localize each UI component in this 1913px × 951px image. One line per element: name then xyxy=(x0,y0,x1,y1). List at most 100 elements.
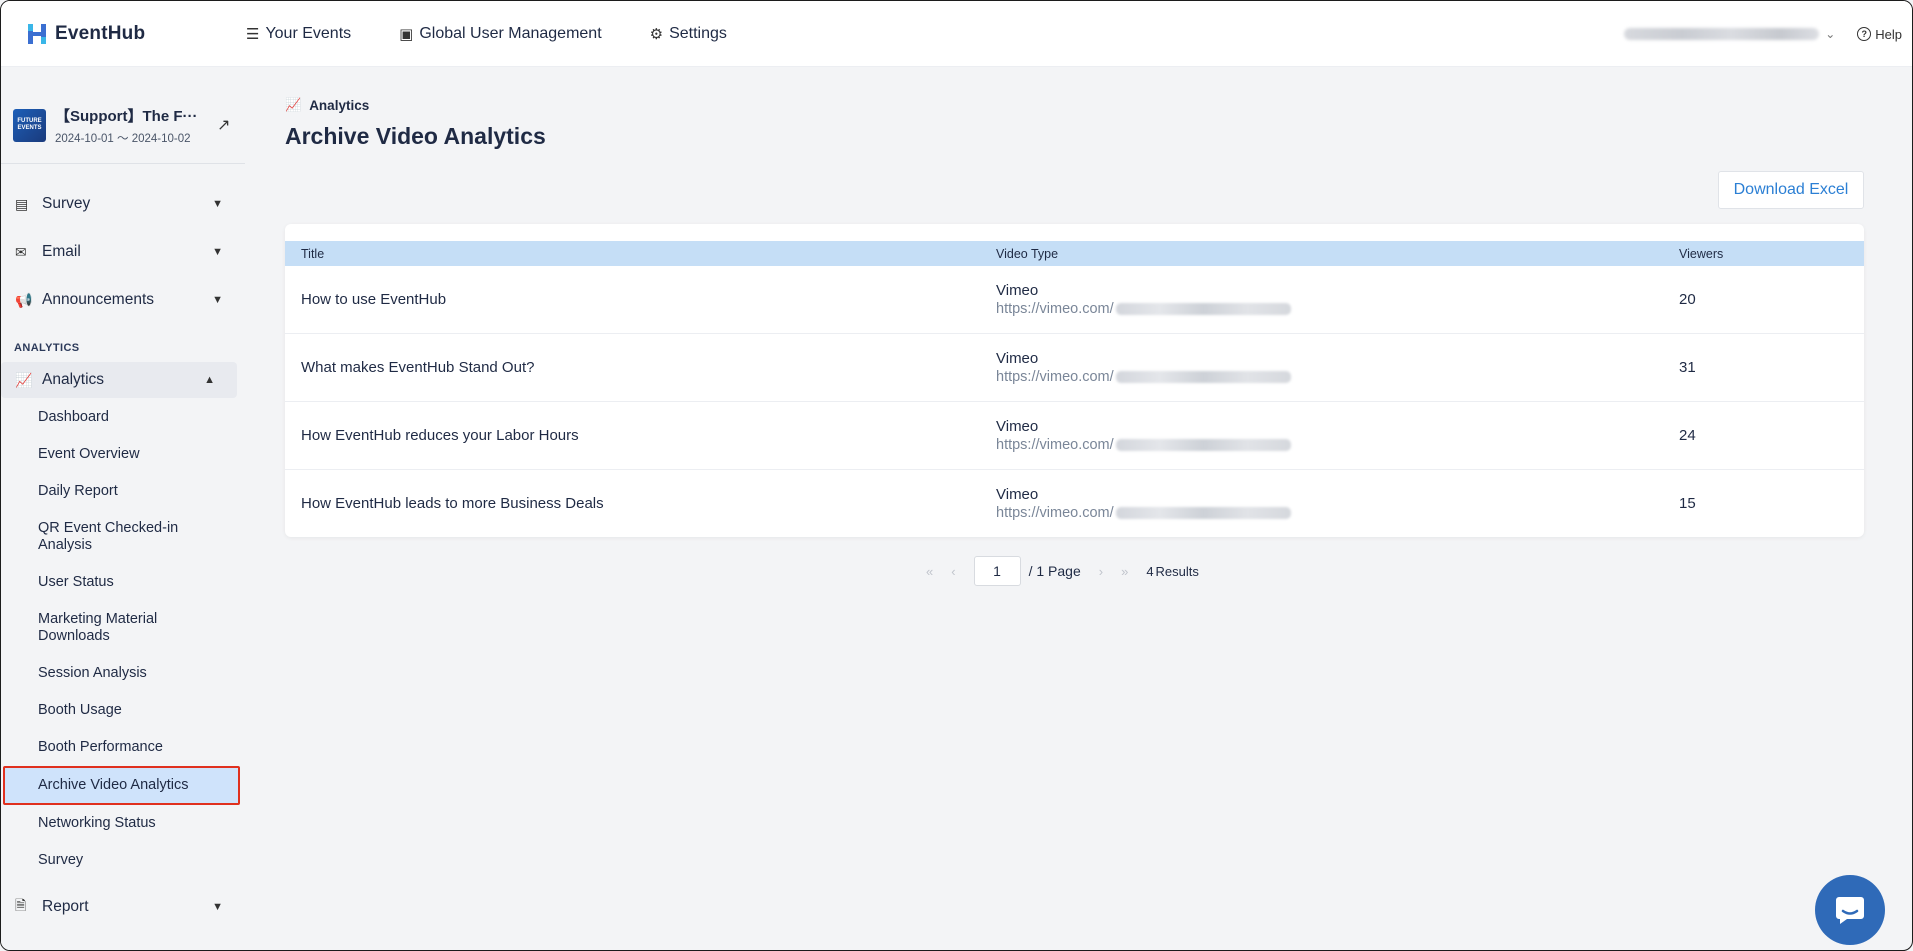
video-url[interactable]: https://vimeo.com/ xyxy=(996,437,1291,453)
sidebar-item-label: Report xyxy=(42,898,89,915)
external-link-icon[interactable]: ↗ xyxy=(217,115,230,135)
viewer-count: 15 xyxy=(1679,495,1696,512)
sidebar-item-label: Analytics xyxy=(42,371,105,388)
sidebar-item-booth-performance[interactable]: Booth Performance xyxy=(1,729,245,766)
chevron-down-icon: ▼ xyxy=(212,901,223,913)
current-event-card: FUTURE EVENTS 【Support】The F··· 2024-10-… xyxy=(1,67,245,155)
sidebar-item-event-overview[interactable]: Event Overview xyxy=(1,436,245,473)
viewer-count: 20 xyxy=(1679,291,1696,308)
nav-global-user-management[interactable]: ▣ Global User Management xyxy=(399,25,602,43)
sidebar-item-survey-group[interactable]: ▤ Survey ▼ xyxy=(1,180,245,228)
table-row: What makes EventHub Stand Out? Vimeo htt… xyxy=(285,334,1864,402)
redacted-url-path xyxy=(1115,439,1291,451)
app-window: EventHub ☰ Your Events ▣ Global User Man… xyxy=(0,0,1913,951)
nav-your-events-label: Your Events xyxy=(265,24,352,42)
page-number-input[interactable]: 1 xyxy=(973,556,1021,586)
sidebar-item-user-status[interactable]: User Status xyxy=(1,564,245,601)
line-chart-icon: 📈 xyxy=(285,97,302,112)
video-analytics-table: Title Video Type Viewers How to use Even… xyxy=(285,224,1864,537)
chevron-down-icon: ▼ xyxy=(212,198,223,210)
sidebar-item-label: Announcements xyxy=(42,291,155,308)
page-title: Archive Video Analytics xyxy=(285,123,546,149)
chat-support-button[interactable] xyxy=(1815,875,1885,945)
breadcrumb-label: Analytics xyxy=(309,97,370,113)
table-row: How EventHub leads to more Business Deal… xyxy=(285,470,1864,537)
table-row: How EventHub reduces your Labor Hours Vi… xyxy=(285,402,1864,470)
section-label-analytics: ANALYTICS xyxy=(14,342,80,354)
column-header-title: Title xyxy=(301,246,325,261)
viewer-count: 31 xyxy=(1679,359,1696,376)
sidebar-item-email[interactable]: ✉ Email ▼ xyxy=(1,228,245,276)
table-header: Title Video Type Viewers xyxy=(285,241,1864,266)
results-count: 4 xyxy=(1146,563,1154,579)
question-circle-icon: ? xyxy=(1857,27,1872,41)
sidebar-item-daily-report[interactable]: Daily Report xyxy=(1,473,245,510)
topbar-right: ⌄ ? Help xyxy=(1624,1,1902,67)
sidebar-item-archive-video-analytics[interactable]: Archive Video Analytics xyxy=(3,766,240,805)
chevron-down-icon: ▼ xyxy=(212,246,223,258)
video-url-text: https://vimeo.com/ xyxy=(996,301,1114,317)
page-total: / 1 Page xyxy=(1028,563,1081,579)
video-url-text: https://vimeo.com/ xyxy=(996,437,1114,453)
video-url[interactable]: https://vimeo.com/ xyxy=(996,369,1291,385)
app-name: EventHub xyxy=(55,22,146,44)
sidebar-item-analytics-survey[interactable]: Survey xyxy=(1,842,245,879)
sidebar-item-marketing-downloads[interactable]: Marketing Material Downloads xyxy=(1,601,196,655)
redacted-url-path xyxy=(1115,507,1291,519)
breadcrumb: 📈 Analytics xyxy=(285,97,1912,113)
sidebar-item-report[interactable]: 🗎 Report ▼ xyxy=(1,883,245,931)
event-thumbnail: FUTURE EVENTS xyxy=(13,108,46,142)
video-type: Vimeo xyxy=(996,282,1039,299)
sidebar-item-announcements[interactable]: 📢 Announcements ▼ xyxy=(1,276,245,324)
analytics-submenu: Dashboard Event Overview Daily Report QR… xyxy=(1,398,245,879)
sidebar-item-label: Survey xyxy=(42,195,91,212)
sidebar-item-dashboard[interactable]: Dashboard xyxy=(1,398,245,436)
results-label: Results xyxy=(1155,563,1199,579)
line-chart-icon: 📈 xyxy=(15,371,33,388)
user-account-menu[interactable] xyxy=(1624,28,1820,40)
redacted-url-path xyxy=(1115,371,1291,383)
megaphone-icon: 📢 xyxy=(15,291,33,308)
help-label: Help xyxy=(1875,26,1902,42)
next-page-icon[interactable]: › xyxy=(1099,564,1103,579)
sidebar-item-analytics[interactable]: 📈 Analytics ▲ xyxy=(1,362,237,398)
top-nav: ☰ Your Events ▣ Global User Management ⚙… xyxy=(246,25,775,43)
table-row: How to use EventHub Vimeo https://vimeo.… xyxy=(285,266,1864,334)
sidebar-item-booth-usage[interactable]: Booth Usage xyxy=(1,692,245,729)
prev-page-icon[interactable]: ‹ xyxy=(951,564,955,579)
chevron-down-icon[interactable]: ⌄ xyxy=(1825,27,1835,41)
video-url[interactable]: https://vimeo.com/ xyxy=(996,505,1291,521)
mail-icon: ✉ xyxy=(15,243,27,260)
event-info: 【Support】The F··· 2024-10-01 ～ 2024-10-0… xyxy=(55,105,205,146)
help-link[interactable]: ? Help xyxy=(1857,27,1902,42)
chevron-down-icon: ▼ xyxy=(212,294,223,306)
chat-bubble-icon xyxy=(1836,897,1864,924)
download-excel-button[interactable]: Download Excel xyxy=(1718,171,1864,209)
sidebar-item-session-analysis[interactable]: Session Analysis xyxy=(1,655,245,692)
first-page-icon[interactable]: « xyxy=(926,564,933,579)
pagination: « ‹ 1 / 1 Page › » 4 Results xyxy=(926,556,1199,586)
video-url[interactable]: https://vimeo.com/ xyxy=(996,301,1291,317)
clipboard-icon: ▤ xyxy=(15,195,29,212)
nav-settings-label: Settings xyxy=(669,24,727,42)
sidebar-item-networking-status[interactable]: Networking Status xyxy=(1,805,245,842)
viewer-count: 24 xyxy=(1679,427,1696,444)
redacted-url-path xyxy=(1115,303,1291,315)
video-title: What makes EventHub Stand Out? xyxy=(301,359,535,376)
chevron-up-icon: ▲ xyxy=(204,374,215,386)
top-navigation-bar: EventHub ☰ Your Events ▣ Global User Man… xyxy=(1,1,1912,67)
video-title: How EventHub reduces your Labor Hours xyxy=(301,427,579,444)
column-header-viewers: Viewers xyxy=(1679,246,1724,261)
id-card-icon: ▣ xyxy=(399,25,414,43)
last-page-icon[interactable]: » xyxy=(1121,564,1128,579)
nav-settings[interactable]: ⚙ Settings xyxy=(650,25,727,43)
column-header-video-type: Video Type xyxy=(996,246,1059,261)
nav-global-user-management-label: Global User Management xyxy=(419,24,602,42)
sidebar-item-qr-checkin-analysis[interactable]: QR Event Checked-in Analysis xyxy=(1,510,196,564)
video-url-text: https://vimeo.com/ xyxy=(996,369,1114,385)
app-logo[interactable]: EventHub xyxy=(25,21,220,47)
video-type: Vimeo xyxy=(996,486,1039,503)
main-content: 📈 Analytics Archive Video Analytics Down… xyxy=(285,67,1912,950)
nav-your-events[interactable]: ☰ Your Events xyxy=(246,25,351,43)
eventhub-logo-icon xyxy=(28,23,46,44)
